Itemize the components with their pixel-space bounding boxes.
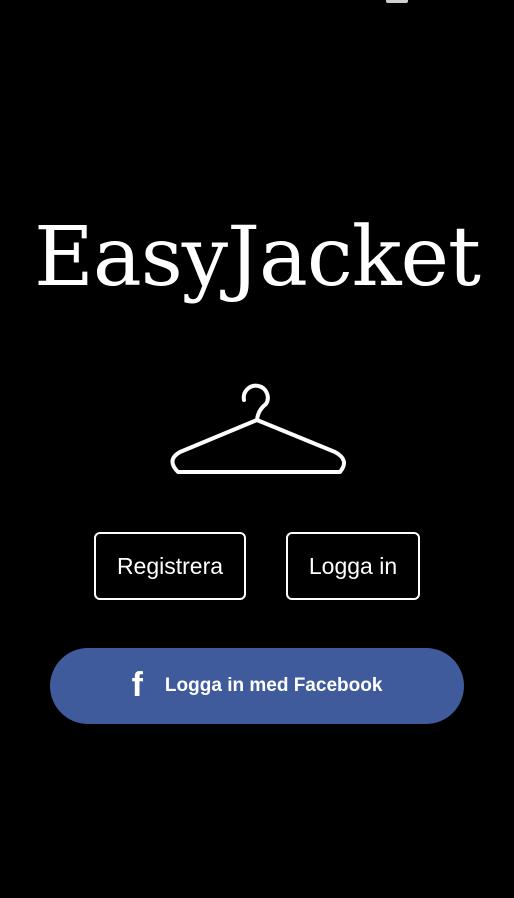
register-button-label: Registrera — [116, 552, 224, 579]
facebook-login-button[interactable]: f Logga in med Facebook — [50, 648, 464, 724]
app-title: EasyJacket — [33, 210, 481, 305]
login-screen: EasyJacket Registrera Logga in f Logga i… — [0, 0, 514, 898]
login-button[interactable]: Logga in — [286, 532, 420, 600]
login-button-label: Logga in — [308, 552, 398, 579]
facebook-icon: f — [131, 666, 143, 704]
status-bar-indicator — [386, 0, 408, 3]
facebook-login-label: Logga in med Facebook — [164, 675, 383, 696]
register-button[interactable]: Registrera — [94, 532, 246, 600]
hanger-icon — [170, 383, 346, 474]
